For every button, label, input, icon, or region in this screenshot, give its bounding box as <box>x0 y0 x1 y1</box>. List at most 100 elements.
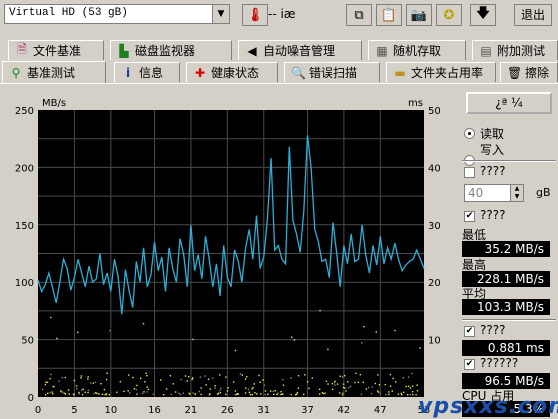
start-button[interactable]: ¿ª ¼ <box>466 92 552 114</box>
access-time-dot <box>90 382 92 384</box>
access-time-dot <box>127 390 129 392</box>
access-time-dot <box>334 384 336 386</box>
tab-folder-usage[interactable]: ▬ 文件夹占用率 <box>386 62 496 82</box>
access-time-dot <box>101 393 104 396</box>
access-time-dot <box>106 372 108 375</box>
access-time-dot <box>81 389 83 391</box>
access-time-dot <box>51 391 53 393</box>
exit-button[interactable]: 退出 <box>514 4 552 26</box>
access-time-dot <box>389 373 392 376</box>
access-time-dot <box>219 389 221 392</box>
access-time-dot <box>274 389 276 392</box>
access-time-dot <box>267 393 269 395</box>
tab-extra-tests[interactable]: ▤ 附加测试 <box>472 40 558 60</box>
block-size-unit: gB <box>536 186 551 199</box>
access-time-dot <box>236 393 239 396</box>
access-time-dot <box>76 388 78 390</box>
access-time-dot <box>87 391 89 394</box>
settings-icon[interactable]: ✪ <box>436 4 462 26</box>
access-time-dot <box>109 329 111 332</box>
random-access-icon: ▦ <box>376 43 388 58</box>
access-time-dot <box>370 392 373 395</box>
chevron-down-icon[interactable]: ▼ <box>212 5 229 23</box>
access-time-dot <box>239 373 242 375</box>
tab-file-benchmark[interactable]: 🗎 文件基准 <box>8 40 104 60</box>
access-time-dot <box>416 389 419 392</box>
access-time-dot <box>180 378 182 381</box>
access-time-dot <box>209 393 211 395</box>
access-time-dot <box>212 377 214 379</box>
tab-error-scan[interactable]: 🔍 错误扫描 <box>284 62 380 82</box>
tab-label: 自动噪音管理 <box>263 44 336 58</box>
access-time-dot <box>81 393 84 396</box>
burst-rate-checkbox[interactable]: ✔ <box>464 359 475 370</box>
option2-checkbox[interactable]: ✔ <box>464 211 475 222</box>
y-axis-label: MB/s <box>42 98 66 109</box>
access-time-dot <box>73 379 76 382</box>
access-time-dot <box>174 391 177 393</box>
access-time-dot <box>82 388 84 390</box>
access-time-dot <box>392 377 394 380</box>
access-time-dot <box>377 391 380 393</box>
tab-info[interactable]: i 信息 <box>114 62 180 82</box>
tab-disk-monitor[interactable]: ▙ 磁盘监视器 <box>110 40 232 60</box>
camera-icon[interactable]: 📷 <box>406 4 432 26</box>
tab-noise-management[interactable]: ◀ 自动噪音管理 <box>238 40 362 60</box>
option1-checkbox[interactable] <box>464 167 475 178</box>
access-time-dot <box>344 387 346 389</box>
access-time-dot <box>395 381 397 383</box>
access-time-dot <box>331 388 334 391</box>
access-time-dot <box>60 390 62 392</box>
access-time-dot <box>129 392 131 394</box>
access-time-dot <box>50 316 52 319</box>
spinner-arrows-icon[interactable]: ▲ ▼ <box>510 185 523 201</box>
tab-erase[interactable]: 🗑 擦除 <box>500 62 558 82</box>
access-time-dot <box>385 393 387 396</box>
access-time-dot <box>419 347 421 349</box>
benchmark-chart: MB/s ms 050100150200250 1020304050 0 5 10 1… <box>15 98 441 416</box>
download-icon[interactable]: 🡇 <box>470 4 496 26</box>
access-time-dot <box>360 393 363 395</box>
access-time-dot <box>188 375 190 378</box>
clipboard-icon[interactable]: 📋 <box>376 4 402 26</box>
y2-tick-label: 50 <box>428 106 441 117</box>
drive-select[interactable]: Virtual HD (53 gB) ▼ <box>4 4 230 24</box>
access-time-dot <box>92 382 95 384</box>
access-time-dot <box>276 393 278 396</box>
access-time-dot <box>98 393 100 395</box>
access-time-dot <box>407 376 410 378</box>
access-time-dot <box>345 390 347 392</box>
access-time-dot <box>44 383 47 386</box>
read-radio[interactable] <box>464 128 475 139</box>
option1-label: ???? <box>480 164 506 178</box>
block-size-spinner[interactable]: 40 ▲ ▼ <box>464 184 524 202</box>
access-time-dot <box>342 392 344 394</box>
x-tick-label: 5 <box>71 405 77 416</box>
y-tick-label: 150 <box>15 221 34 232</box>
access-time-dot <box>42 388 44 391</box>
tab-health[interactable]: ✚ 健康状态 <box>186 62 278 82</box>
access-time-dot <box>214 385 216 387</box>
y2-tick-label: 30 <box>428 221 441 232</box>
access-time-dot <box>127 374 130 376</box>
access-time-dot <box>290 377 292 379</box>
copy-icon[interactable]: ⧉ <box>346 4 372 26</box>
access-time-dot <box>52 385 54 388</box>
x-tick-label: 21 <box>185 405 198 416</box>
access-time-dot <box>204 375 206 377</box>
access-time-dot <box>227 387 229 389</box>
access-time-dot <box>359 373 362 376</box>
tab-benchmark[interactable]: ⚲ 基准测试 <box>2 61 106 83</box>
access-time-checkbox[interactable]: ✔ <box>464 326 475 337</box>
access-time-dot <box>132 376 134 379</box>
write-label: 写入 <box>480 143 505 157</box>
tab-random-access[interactable]: ▦ 随机存取 <box>368 40 466 60</box>
access-time-dot <box>409 393 411 396</box>
access-time-dot <box>253 383 256 385</box>
access-time-dot <box>415 393 417 396</box>
access-time-dot <box>87 389 90 392</box>
access-time-dot <box>388 393 390 396</box>
benchmark-icon: ⚲ <box>11 65 21 80</box>
access-time-dot <box>327 383 329 385</box>
access-time-dot <box>272 390 275 393</box>
